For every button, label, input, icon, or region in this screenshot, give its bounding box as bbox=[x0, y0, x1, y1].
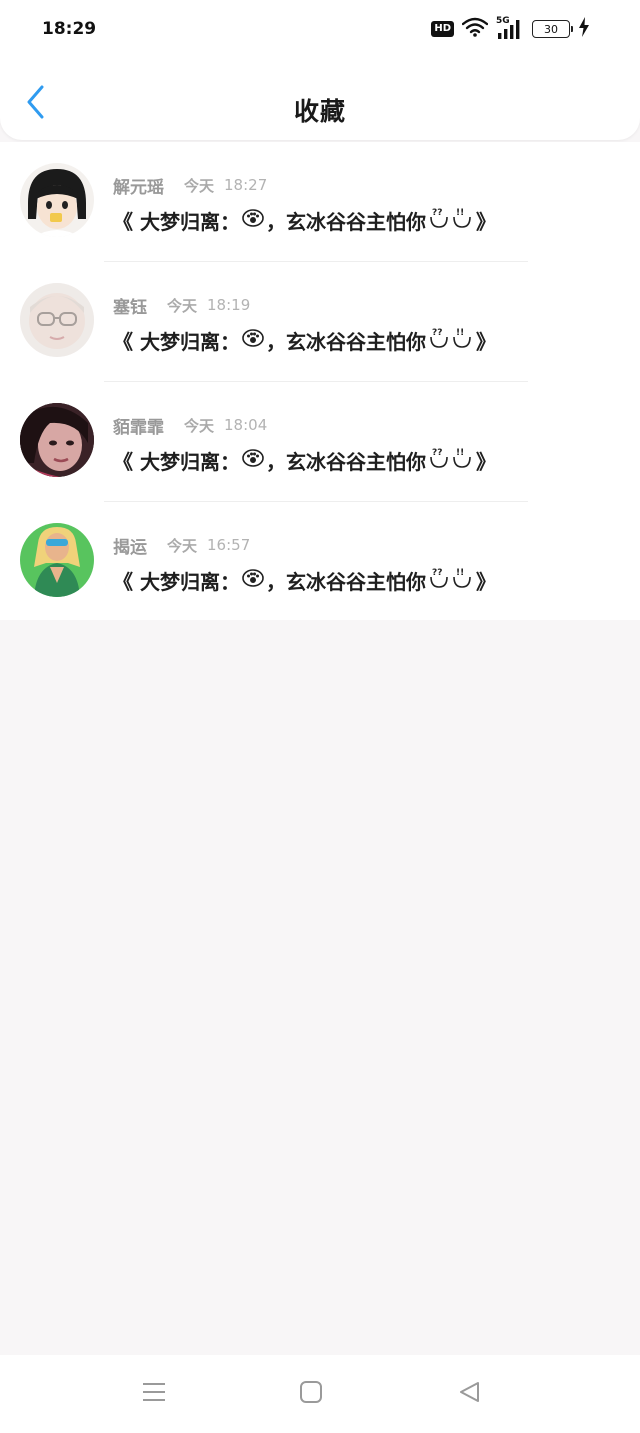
svg-text:??: ?? bbox=[432, 208, 442, 218]
paw-emoji-icon bbox=[242, 328, 264, 353]
svg-text:??: ?? bbox=[432, 448, 442, 458]
message-end: 》 bbox=[475, 570, 496, 594]
time-label: 18:19 bbox=[207, 296, 251, 314]
message-suffix: ，玄冰谷谷主怕你 bbox=[265, 330, 426, 354]
avatar[interactable] bbox=[20, 163, 94, 237]
message-suffix: ，玄冰谷谷主怕你 bbox=[265, 210, 426, 234]
date-label: 今天 bbox=[184, 416, 215, 435]
menu-icon bbox=[141, 1380, 167, 1408]
status-icons: HD 5G 30 bbox=[431, 16, 590, 42]
favorite-item[interactable]: 塞钰 今天 18:19 《 大梦归离： ，玄冰谷谷主怕你 ??!! 》 bbox=[0, 262, 640, 382]
svg-text:!!: !! bbox=[456, 208, 464, 218]
paw-emoji-icon bbox=[242, 568, 264, 593]
time-label: 18:04 bbox=[224, 416, 268, 434]
cellular-signal-icon: 5G bbox=[496, 16, 524, 40]
sender-name: 貊霏霏 bbox=[113, 417, 164, 438]
favorite-item[interactable]: 解元瑶 今天 18:27 《 大梦归离： ，玄冰谷谷主怕你 ??!! 》 bbox=[0, 142, 640, 262]
sender-name: 塞钰 bbox=[113, 297, 147, 318]
battery-level: 30 bbox=[544, 22, 558, 36]
svg-text:!!: !! bbox=[456, 448, 464, 458]
hd-badge: HD bbox=[431, 21, 454, 37]
confused-face-emoji-icon: ??!! bbox=[428, 327, 474, 354]
header-card: 18:29 HD 5G 30 收藏 bbox=[0, 0, 640, 140]
avatar[interactable] bbox=[20, 403, 94, 477]
paw-emoji-icon bbox=[242, 448, 264, 473]
favorite-item[interactable]: 貊霏霏 今天 18:04 《 大梦归离： ，玄冰谷谷主怕你 ??!! 》 bbox=[0, 382, 640, 502]
favorites-screen: 18:29 HD 5G 30 收藏 解元瑶 今天 18:27 《 大梦归离： ，… bbox=[0, 0, 640, 1433]
wifi-icon bbox=[461, 17, 489, 41]
home-button[interactable] bbox=[296, 1379, 326, 1409]
time-label: 16:57 bbox=[207, 536, 251, 554]
message-text: 《 大梦归离： ，玄冰谷谷主怕你 ??!! 》 bbox=[113, 206, 496, 235]
system-navigation-bar bbox=[0, 1355, 640, 1433]
confused-face-emoji-icon: ??!! bbox=[428, 447, 474, 474]
svg-text:!!: !! bbox=[456, 328, 464, 338]
message-end: 》 bbox=[475, 210, 496, 234]
date-label: 今天 bbox=[184, 176, 215, 195]
menu-button[interactable] bbox=[139, 1379, 169, 1409]
message-prefix: 《 大梦归离： bbox=[113, 330, 240, 354]
message-prefix: 《 大梦归离： bbox=[113, 450, 240, 474]
svg-text:!!: !! bbox=[456, 568, 464, 578]
svg-text:??: ?? bbox=[432, 568, 442, 578]
confused-face-emoji-icon: ??!! bbox=[428, 567, 474, 594]
message-text: 《 大梦归离： ，玄冰谷谷主怕你 ??!! 》 bbox=[113, 326, 496, 355]
message-text: 《 大梦归离： ，玄冰谷谷主怕你 ??!! 》 bbox=[113, 446, 496, 475]
message-prefix: 《 大梦归离： bbox=[113, 570, 240, 594]
status-time: 18:29 bbox=[42, 19, 97, 39]
item-header: 貊霏霏 今天 18:04 bbox=[113, 414, 268, 438]
time-label: 18:27 bbox=[224, 176, 268, 194]
triangle-back-icon bbox=[457, 1380, 481, 1408]
item-header: 揭运 今天 16:57 bbox=[113, 534, 251, 558]
status-bar: 18:29 HD 5G 30 bbox=[0, 0, 640, 60]
charging-bolt-icon bbox=[578, 17, 590, 41]
home-square-icon bbox=[299, 1380, 323, 1408]
message-text: 《 大梦归离： ，玄冰谷谷主怕你 ??!! 》 bbox=[113, 566, 496, 595]
navigation-bar: 收藏 bbox=[0, 70, 640, 140]
page-title: 收藏 bbox=[293, 97, 346, 126]
svg-text:??: ?? bbox=[432, 328, 442, 338]
message-suffix: ，玄冰谷谷主怕你 bbox=[265, 570, 426, 594]
date-label: 今天 bbox=[167, 296, 198, 315]
avatar[interactable] bbox=[20, 283, 94, 357]
sender-name: 解元瑶 bbox=[113, 177, 164, 198]
date-label: 今天 bbox=[167, 536, 198, 555]
message-suffix: ，玄冰谷谷主怕你 bbox=[265, 450, 426, 474]
favorite-item[interactable]: 揭运 今天 16:57 《 大梦归离： ，玄冰谷谷主怕你 ??!! 》 bbox=[0, 502, 640, 622]
favorites-list: 解元瑶 今天 18:27 《 大梦归离： ，玄冰谷谷主怕你 ??!! 》 塞钰 … bbox=[0, 142, 640, 620]
paw-emoji-icon bbox=[242, 208, 264, 233]
message-end: 》 bbox=[475, 330, 496, 354]
item-header: 解元瑶 今天 18:27 bbox=[113, 174, 268, 198]
message-prefix: 《 大梦归离： bbox=[113, 210, 240, 234]
avatar[interactable] bbox=[20, 523, 94, 597]
item-header: 塞钰 今天 18:19 bbox=[113, 294, 251, 318]
battery-indicator: 30 bbox=[532, 20, 573, 38]
back-nav-button[interactable] bbox=[454, 1379, 484, 1409]
message-end: 》 bbox=[475, 450, 496, 474]
sender-name: 揭运 bbox=[113, 537, 147, 558]
confused-face-emoji-icon: ??!! bbox=[428, 207, 474, 234]
